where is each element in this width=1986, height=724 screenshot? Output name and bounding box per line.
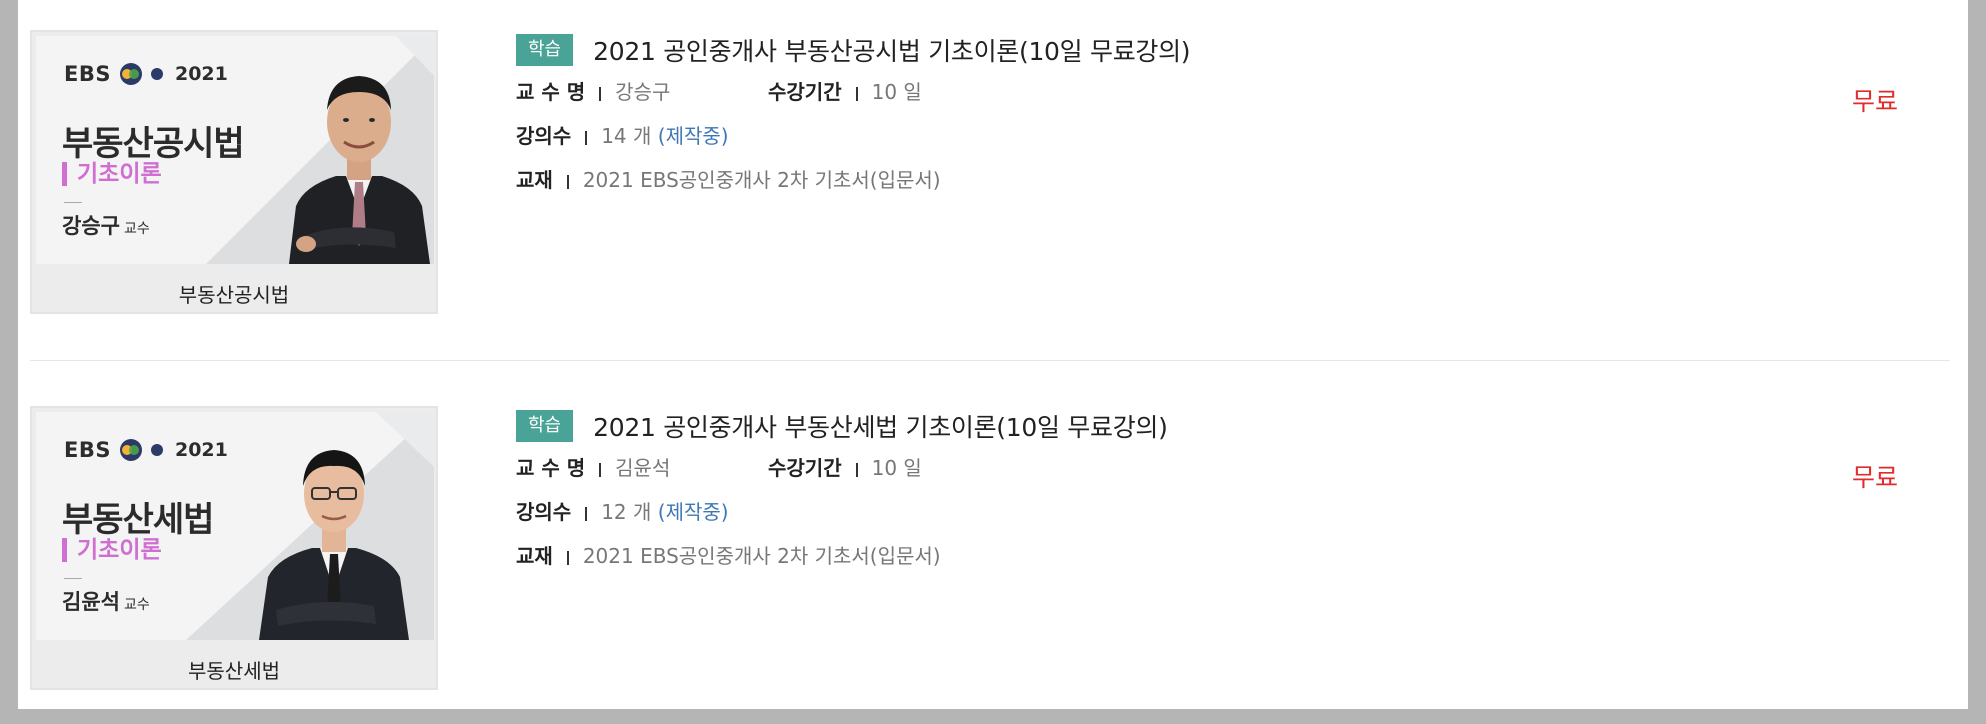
professor-photo bbox=[289, 76, 430, 264]
status-badge: 학습 bbox=[516, 410, 574, 442]
course-thumbnail[interactable]: EBS 2021 부동산공시법 기초이론 강승구 교수 부동산공시법 bbox=[30, 30, 438, 314]
ebs-logo-icon bbox=[119, 62, 167, 86]
textbook-label: 교재 bbox=[516, 544, 553, 568]
status-badge: 학습 bbox=[516, 34, 574, 66]
period-value: 10 일 bbox=[871, 456, 922, 480]
thumbnail-subtitle: 기초이론 bbox=[62, 162, 162, 186]
thumbnail-professor: 강승구 교수 bbox=[62, 210, 150, 240]
price-label: 무료 bbox=[1852, 463, 1899, 492]
thumbnail-professor: 김윤석 교수 bbox=[62, 586, 150, 616]
lectures-value: 14 개 bbox=[601, 124, 652, 148]
lectures-label: 강의수 bbox=[516, 124, 572, 148]
professor-value: 강승구 bbox=[615, 80, 671, 104]
textbook-value: 2021 EBS공인중개사 2차 기초서(입문서) bbox=[582, 544, 941, 568]
textbook-label: 교재 bbox=[516, 168, 553, 192]
period-field: 수강기간 10 일 bbox=[768, 446, 922, 490]
lectures-row: 강의수 12 개 (제작중) bbox=[516, 490, 1168, 534]
thumbnail-professor-suffix: 교수 bbox=[123, 597, 150, 613]
thumbnail-professor-name: 강승구 bbox=[62, 214, 120, 238]
thumbnail-year: 2021 bbox=[174, 63, 228, 85]
thumbnail-artwork: EBS 2021 부동산공시법 기초이론 강승구 교수 bbox=[36, 36, 434, 264]
separator bbox=[855, 86, 858, 101]
ebs-wordmark: EBS bbox=[64, 438, 111, 462]
course-title-link[interactable]: 2021 공인중개사 부동산공시법 기초이론(10일 무료강의) bbox=[593, 32, 1190, 68]
price-label: 무료 bbox=[1852, 87, 1899, 116]
course-title-link[interactable]: 2021 공인중개사 부동산세법 기초이론(10일 무료강의) bbox=[593, 408, 1168, 444]
thumbnail-subject: 부동산공시법 bbox=[62, 124, 245, 164]
lectures-status: (제작중) bbox=[657, 500, 729, 524]
separator bbox=[599, 86, 602, 101]
separator bbox=[585, 506, 588, 521]
course-item: EBS 2021 부동산공시법 기초이론 강승구 교수 부동산공시법 학습 20… bbox=[30, 30, 1950, 320]
course-divider bbox=[30, 360, 1950, 361]
professor-label: 교 수 명 bbox=[516, 456, 586, 480]
thumbnail-professor-suffix: 교수 bbox=[123, 221, 150, 237]
ebs-brand: EBS 2021 bbox=[64, 438, 228, 462]
lectures-label: 강의수 bbox=[516, 500, 572, 524]
textbook-row: 교재 2021 EBS공인중개사 2차 기초서(입문서) bbox=[516, 158, 1190, 202]
separator bbox=[599, 462, 602, 477]
lectures-status: (제작중) bbox=[657, 124, 729, 148]
separator bbox=[566, 174, 569, 189]
course-list-panel: EBS 2021 부동산공시법 기초이론 강승구 교수 부동산공시법 학습 20… bbox=[18, 0, 1968, 709]
thumbnail-subject: 부동산세법 bbox=[62, 500, 214, 540]
professor-period-row: 교 수 명 강승구 수강기간 10 일 bbox=[516, 70, 1190, 114]
professor-photo bbox=[259, 450, 409, 640]
professor-label: 교 수 명 bbox=[516, 80, 586, 104]
thumbnail-caption: 부동산세법 bbox=[188, 659, 280, 683]
ebs-logo-icon bbox=[119, 438, 167, 462]
period-label: 수강기간 bbox=[768, 80, 842, 104]
thumbnail-caption: 부동산공시법 bbox=[178, 283, 290, 307]
ebs-brand: EBS 2021 bbox=[64, 62, 228, 86]
separator bbox=[585, 130, 588, 145]
textbook-value: 2021 EBS공인중개사 2차 기초서(입문서) bbox=[582, 168, 941, 192]
course-title-row: 학습 2021 공인중개사 부동산세법 기초이론(10일 무료강의) bbox=[516, 406, 1168, 446]
ebs-wordmark: EBS bbox=[64, 62, 111, 86]
professor-value: 김윤석 bbox=[615, 456, 671, 480]
separator bbox=[855, 462, 858, 477]
period-field: 수강기간 10 일 bbox=[768, 70, 922, 114]
course-item: EBS 2021 부동산세법 기초이론 김윤석 교수 부동산세법 학습 2021… bbox=[30, 406, 1950, 696]
separator bbox=[566, 550, 569, 565]
period-value: 10 일 bbox=[871, 80, 922, 104]
thumbnail-artwork: EBS 2021 부동산세법 기초이론 김윤석 교수 bbox=[36, 412, 434, 640]
thumbnail-subtitle: 기초이론 bbox=[62, 538, 162, 562]
period-label: 수강기간 bbox=[768, 456, 842, 480]
thumbnail-professor-name: 김윤석 bbox=[62, 590, 120, 614]
course-info: 학습 2021 공인중개사 부동산세법 기초이론(10일 무료강의) 교 수 명… bbox=[516, 406, 1168, 578]
course-thumbnail[interactable]: EBS 2021 부동산세법 기초이론 김윤석 교수 부동산세법 bbox=[30, 406, 438, 690]
thumbnail-year: 2021 bbox=[174, 439, 228, 461]
lectures-row: 강의수 14 개 (제작중) bbox=[516, 114, 1190, 158]
course-info: 학습 2021 공인중개사 부동산공시법 기초이론(10일 무료강의) 교 수 … bbox=[516, 30, 1191, 202]
textbook-row: 교재 2021 EBS공인중개사 2차 기초서(입문서) bbox=[516, 534, 1168, 578]
thumbnail-divider bbox=[64, 578, 82, 579]
professor-period-row: 교 수 명 김윤석 수강기간 10 일 bbox=[516, 446, 1168, 490]
lectures-value: 12 개 bbox=[601, 500, 652, 524]
course-title-row: 학습 2021 공인중개사 부동산공시법 기초이론(10일 무료강의) bbox=[516, 30, 1191, 70]
thumbnail-divider bbox=[64, 202, 82, 203]
